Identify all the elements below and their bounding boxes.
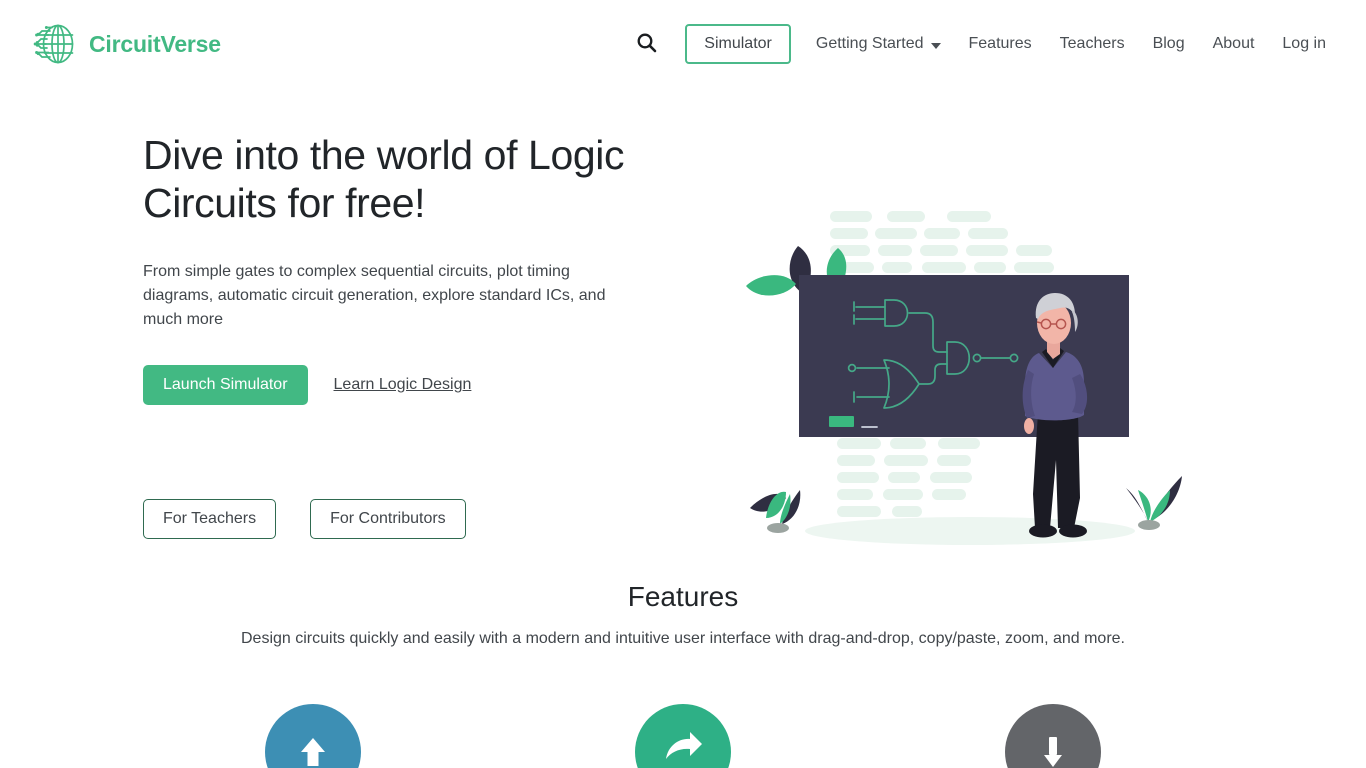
nav-label-blog: Blog (1152, 35, 1185, 52)
search-icon (636, 32, 657, 56)
hero-actions: Launch Simulator Learn Logic Design (143, 365, 743, 405)
share-circle-icon (635, 704, 731, 768)
learn-logic-design-link[interactable]: Learn Logic Design (334, 376, 472, 394)
launch-simulator-button[interactable]: Launch Simulator (143, 365, 308, 405)
nav-item-features[interactable]: Features (955, 27, 1046, 61)
nav-item-blog[interactable]: Blog (1139, 27, 1199, 61)
nav-item-getting-started[interactable]: Getting Started (802, 27, 955, 61)
for-teachers-button[interactable]: For Teachers (143, 499, 277, 539)
nav-label-getting-started: Getting Started (815, 35, 924, 52)
circuit-globe-icon (28, 18, 80, 70)
feature-card-1[interactable] (265, 704, 361, 768)
nav-item-login[interactable]: Log in (1268, 27, 1340, 61)
arrow-up-circle-icon (265, 704, 361, 768)
hero-section: Dive into the world of Logic Circuits fo… (0, 88, 1366, 545)
nav-item-about[interactable]: About (1199, 27, 1269, 61)
features-subtitle: Design circuits quickly and easily with … (241, 630, 1125, 647)
hero-title: Dive into the world of Logic Circuits fo… (143, 132, 625, 226)
search-button[interactable] (626, 28, 667, 60)
hero-secondary-actions: For Teachers For Contributors (143, 499, 743, 539)
feature-card-list (0, 704, 1366, 768)
nav-label-teachers: Teachers (1059, 35, 1125, 52)
chevron-down-icon (930, 43, 941, 49)
features-section: Features Design circuits quickly and eas… (0, 581, 1366, 768)
nav-item-simulator[interactable]: Simulator (685, 24, 791, 64)
feature-card-2[interactable] (635, 704, 731, 768)
nav-label-simulator: Simulator (704, 35, 772, 52)
for-contributors-button[interactable]: For Contributors (310, 499, 466, 539)
nav-item-teachers[interactable]: Teachers (1046, 27, 1139, 61)
teacher-at-logic-board-illustration (742, 198, 1192, 558)
pin-circle-icon (1005, 704, 1101, 768)
hero-content: Dive into the world of Logic Circuits fo… (143, 88, 743, 539)
brand-name: CircuitVerse (89, 30, 221, 57)
brand-logo-link[interactable]: CircuitVerse (28, 18, 221, 70)
nav-label-about: About (1212, 35, 1255, 52)
primary-navigation: Simulator Getting Started Features Teach… (626, 24, 1340, 64)
hero-subtitle: From simple gates to complex sequential … (143, 263, 606, 328)
features-title: Features (627, 581, 739, 612)
nav-label-features: Features (968, 35, 1032, 52)
site-header: CircuitVerse Simulator Getting Started F… (0, 0, 1366, 88)
feature-card-3[interactable] (1005, 704, 1101, 768)
nav-label-login: Log in (1282, 35, 1326, 52)
